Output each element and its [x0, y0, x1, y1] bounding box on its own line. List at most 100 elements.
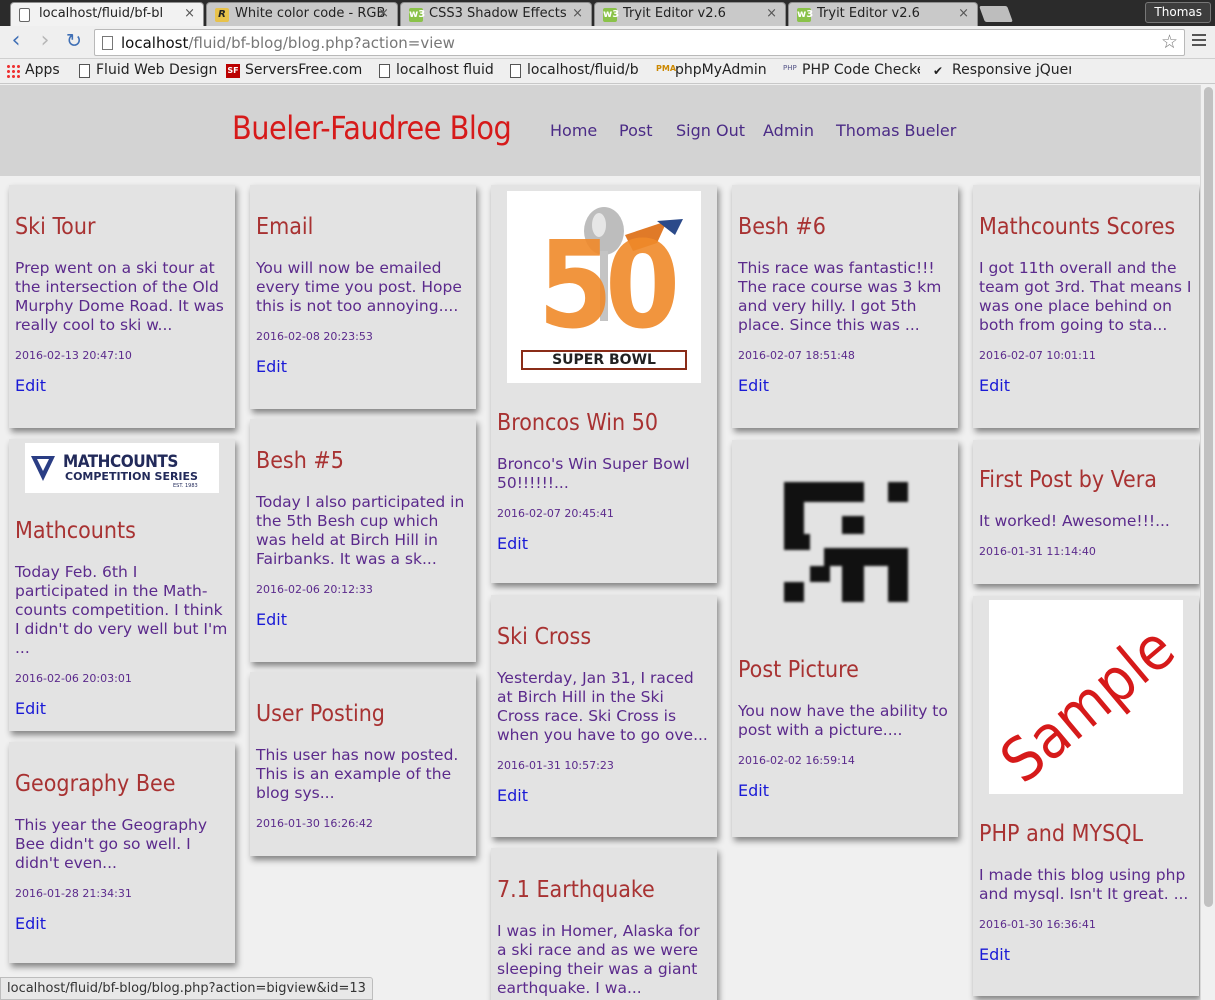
post-title[interactable]: Ski Tour — [15, 213, 229, 241]
post-card[interactable]: First Post by Vera It worked! Awesome!!!… — [973, 440, 1199, 584]
post-date: 2016-02-08 20:23:53 — [256, 330, 373, 343]
reload-icon[interactable]: ↻ — [63, 30, 85, 54]
post-card[interactable]: Mathcounts Scores I got 11th overall and… — [973, 185, 1199, 428]
post-card[interactable]: Besh #5 Today I also participated in the… — [250, 419, 476, 662]
post-excerpt: Today Feb. 6th I participated in the Mat… — [15, 563, 228, 657]
edit-link[interactable]: Edit — [15, 914, 46, 933]
post-title[interactable]: Geography Bee — [15, 770, 229, 798]
nav-user[interactable]: Thomas Bueler — [836, 121, 956, 140]
sample-watermark-text: Sample — [989, 613, 1183, 794]
super-bowl-label: SUPER BOWL — [521, 350, 687, 370]
post-picture-image — [738, 462, 952, 652]
edit-link[interactable]: Edit — [497, 534, 528, 553]
nav-admin[interactable]: Admin — [763, 121, 814, 140]
post-title[interactable]: Email — [256, 213, 470, 241]
bookmark-item[interactable]: localhost/fluid/b — [508, 62, 643, 78]
post-excerpt: Yesterday, Jan 31, I raced at Birch Hill… — [497, 669, 708, 744]
post-card[interactable]: Besh #6 This race was fantastic!!! The r… — [732, 185, 958, 428]
post-title[interactable]: Mathcounts Scores — [979, 213, 1193, 241]
super-bowl-number: 50 — [537, 217, 680, 356]
post-date: 2016-02-13 20:47:10 — [15, 349, 132, 362]
post-card[interactable]: Post Picture You now have the ability to… — [732, 440, 958, 837]
post-title[interactable]: First Post by Vera — [979, 466, 1193, 494]
forward-arrow-icon[interactable]: › — [34, 30, 56, 54]
sample-image: Sample — [989, 600, 1183, 794]
w3-logo-icon: w3 — [603, 8, 620, 22]
address-bar[interactable]: localhost/fluid/bf-blog/blog.php?action=… — [94, 29, 1185, 56]
post-title[interactable]: 7.1 Earthquake — [497, 876, 711, 904]
page-icon — [19, 8, 30, 22]
nav-post[interactable]: Post — [619, 121, 652, 140]
nav-sign-out[interactable]: Sign Out — [676, 121, 745, 140]
new-tab-button[interactable] — [979, 6, 1013, 22]
post-card[interactable]: Ski Tour Prep went on a ski tour at the … — [9, 185, 235, 428]
r-icon: ✔ — [933, 64, 944, 78]
edit-link[interactable]: Edit — [256, 357, 287, 376]
scrollbar-thumb[interactable] — [1204, 87, 1213, 907]
post-title[interactable]: Ski Cross — [497, 623, 711, 651]
edit-link[interactable]: Edit — [738, 376, 769, 395]
edit-link[interactable]: Edit — [256, 610, 287, 629]
page-icon — [79, 64, 90, 78]
profile-button[interactable]: Thomas — [1145, 2, 1211, 23]
post-date: 2016-02-07 10:01:11 — [979, 349, 1096, 362]
post-date: 2016-01-30 16:36:41 — [979, 918, 1096, 931]
edit-link[interactable]: Edit — [979, 376, 1010, 395]
post-card[interactable]: MATHCOUNTS COMPETITION SERIES EST. 1983 … — [9, 439, 235, 731]
post-title[interactable]: Besh #6 — [738, 213, 952, 241]
bookmark-label: Responsive jQuery — [952, 62, 1071, 78]
mathcounts-logo-text: MATHCOUNTS — [63, 452, 178, 472]
edit-link[interactable]: Edit — [497, 786, 528, 805]
post-card[interactable]: Geography Bee This year the Geography Be… — [9, 742, 235, 963]
url-host: localhost — [121, 34, 189, 52]
browser-tab[interactable]: w3 CSS3 Shadow Effects × — [400, 2, 592, 26]
bookmark-item[interactable]: SF ServersFree.com — [226, 62, 362, 78]
page-scrollbar[interactable] — [1200, 85, 1215, 1000]
browser-toolbar: ‹ › ↻ localhost/fluid/bf-blog/blog.php?a… — [0, 26, 1215, 59]
post-title[interactable]: Besh #5 — [256, 447, 470, 475]
bookmark-item[interactable]: PHP PHP Code Checker — [783, 62, 920, 78]
close-tab-icon[interactable]: × — [378, 6, 389, 21]
browser-tab-active[interactable]: localhost/fluid/bf-bl × — [10, 2, 204, 26]
post-card[interactable]: 7.1 Earthquake I was in Homer, Alaska fo… — [491, 848, 717, 1000]
bookmark-item[interactable]: Fluid Web Design — [77, 62, 217, 78]
post-card[interactable]: Ski Cross Yesterday, Jan 31, I raced at … — [491, 595, 717, 837]
edit-link[interactable]: Edit — [738, 781, 769, 800]
post-excerpt: You will now be emailed every time you p… — [256, 259, 462, 315]
edit-link[interactable]: Edit — [15, 699, 46, 718]
post-excerpt: Bronco's Win Super Bowl 50!!!!!!... — [497, 455, 690, 492]
browser-tab[interactable]: w3 Tryit Editor v2.6 × — [594, 2, 786, 26]
edit-link[interactable]: Edit — [979, 945, 1010, 964]
post-date: 2016-02-07 20:45:41 — [497, 507, 614, 520]
close-tab-icon[interactable]: × — [766, 6, 777, 21]
close-tab-icon[interactable]: × — [958, 6, 969, 21]
post-card[interactable]: Sample PHP and MYSQL I made this blog us… — [973, 596, 1199, 996]
bookmark-item[interactable]: localhost fluid — [377, 62, 494, 78]
close-tab-icon[interactable]: × — [572, 6, 583, 21]
status-bar-url: localhost/fluid/bf-blog/blog.php?action=… — [0, 977, 373, 1000]
post-card[interactable]: 50 SUPER BOWL Broncos Win 50 Bronco's Wi… — [491, 185, 717, 583]
browser-menu-icon[interactable] — [1192, 34, 1206, 49]
post-title[interactable]: PHP and MYSQL — [979, 820, 1193, 848]
bookmark-item[interactable]: ✔ Responsive jQuery — [933, 62, 1071, 78]
bookmark-item[interactable]: PMA phpMyAdmin — [656, 62, 767, 78]
post-title[interactable]: Broncos Win 50 — [497, 409, 711, 437]
back-arrow-icon[interactable]: ‹ — [5, 30, 27, 54]
post-card[interactable]: Email You will now be emailed every time… — [250, 185, 476, 409]
browser-tab[interactable]: R White color code - RGB × — [206, 2, 398, 26]
bookmark-star-icon[interactable]: ☆ — [1161, 31, 1178, 53]
site-title[interactable]: Bueler-Faudree Blog — [232, 109, 512, 147]
post-date: 2016-02-02 16:59:14 — [738, 754, 855, 767]
edit-link[interactable]: Edit — [15, 376, 46, 395]
mathcounts-logo-subtext: COMPETITION SERIES — [65, 470, 198, 483]
post-title[interactable]: Post Picture — [738, 656, 952, 684]
bookmark-apps[interactable]: Apps — [6, 62, 60, 78]
browser-tab[interactable]: w3 Tryit Editor v2.6 × — [788, 2, 978, 26]
page-viewport: Bueler-Faudree Blog Home Post Sign Out A… — [0, 85, 1200, 1000]
post-title[interactable]: User Posting — [256, 700, 470, 728]
page-icon — [102, 36, 113, 50]
close-tab-icon[interactable]: × — [184, 6, 195, 21]
post-title[interactable]: Mathcounts — [15, 517, 229, 545]
nav-home[interactable]: Home — [550, 121, 597, 140]
post-card[interactable]: User Posting This user has now posted. T… — [250, 672, 476, 856]
